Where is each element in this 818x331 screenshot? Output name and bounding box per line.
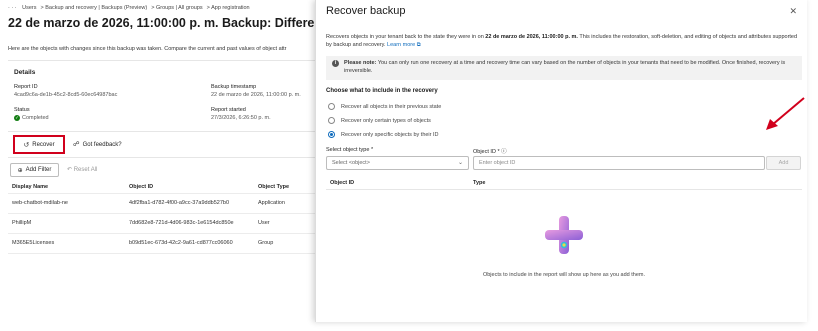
report-id-field: Report ID 4cad9c6a-de1b-45c2-8cd5-60ec64…: [14, 83, 117, 99]
cell-object-id: 4df2fba1-d782-4f00-a9cc-37a9ddb527b0: [129, 200, 229, 206]
backup-timestamp-label: Backup timestamp: [211, 84, 257, 90]
difference-report-page: · · · Users > Backup and recovery | Backu…: [0, 0, 330, 331]
objects-table: Display Name Object ID Object Type web-c…: [8, 180, 330, 254]
info-note: i Please note: You can only run one reco…: [326, 56, 802, 80]
cell-object-type: User: [258, 220, 270, 226]
backup-timestamp-value: 22 de marzo de 2026, 11:00:00 p. m.: [211, 92, 301, 98]
note-bold: Please note:: [344, 60, 377, 66]
empty-state-message: Objects to include in the report will sh…: [482, 272, 646, 278]
cell-object-id: b09d51ec-673d-42c2-9a61-cd877cc06060: [129, 240, 233, 246]
feedback-label: Got feedback?: [82, 142, 122, 148]
table-row[interactable]: web-chatbot-mdilab-ne 4df2fba1-d782-4f00…: [8, 194, 330, 214]
feedback-button[interactable]: ☍ Got feedback?: [73, 140, 122, 148]
radio-recover-types[interactable]: Recover only certain types of objects: [328, 117, 431, 124]
radio-button-selected[interactable]: [328, 131, 335, 138]
table-header: Display Name Object ID Object Type: [8, 180, 330, 194]
reset-all-button[interactable]: ↶ Reset All: [67, 166, 97, 173]
cell-object-type: Application: [258, 200, 285, 206]
page-intro: Here are the objects with changes since …: [8, 46, 287, 52]
object-type-value: Select <object>: [332, 160, 370, 166]
note-text: You can only run one recovery at a time …: [344, 60, 786, 74]
details-title: Details: [14, 69, 36, 76]
external-link-icon: ⧉: [415, 42, 421, 48]
cell-object-type: Group: [258, 240, 274, 246]
add-filter-button[interactable]: ⊕ Add Filter: [10, 163, 59, 177]
panel-title: Recover backup: [326, 5, 406, 17]
object-type-select[interactable]: Select <object> ⌄: [326, 156, 469, 170]
column-header-type: Type: [473, 180, 486, 186]
breadcrumb-backups[interactable]: Backup and recovery | Backups (Preview): [45, 5, 147, 11]
radio-recover-all[interactable]: Recover all objects in their previous st…: [328, 103, 441, 110]
radio-label: Recover all objects in their previous st…: [341, 103, 442, 110]
column-header-object-id: Object ID: [330, 180, 355, 186]
backup-timestamp-field: Backup timestamp 22 de marzo de 2026, 11…: [211, 83, 301, 99]
object-id-label: Object ID * ⓘ: [473, 149, 507, 155]
recover-button[interactable]: ↺ Recover: [13, 135, 65, 154]
status-label: Status: [14, 107, 30, 113]
recover-icon: ↺: [23, 141, 30, 149]
feedback-icon: ☍: [73, 141, 80, 148]
breadcrumb-users[interactable]: Users: [22, 5, 36, 11]
recover-backup-panel: Recover backup ✕ Recovers objects in you…: [315, 0, 807, 322]
column-header-object-id[interactable]: Object ID: [129, 184, 153, 190]
add-button[interactable]: Add: [766, 156, 801, 170]
close-icon[interactable]: ✕: [789, 6, 797, 17]
divider: [8, 157, 330, 158]
chevron-down-icon: ⌄: [457, 160, 463, 166]
object-id-input[interactable]: Enter object ID: [473, 156, 765, 170]
report-started-field: Report started 27/3/2026, 6:26:50 p. m.: [211, 106, 271, 122]
details-section: Details Report ID 4cad9c6a-de1b-45c2-8cd…: [8, 60, 330, 128]
radio-label: Recover only specific objects by their I…: [341, 131, 439, 138]
intro-text: Recovers objects in your tenant back to …: [326, 34, 486, 40]
add-filter-icon: ⊕: [17, 167, 23, 174]
cell-display-name: PhillipM: [12, 220, 32, 226]
breadcrumb: · · · Users > Backup and recovery | Backu…: [8, 5, 250, 11]
column-header-object-type[interactable]: Object Type: [258, 184, 289, 190]
cell-display-name: M365E5Licenses: [12, 240, 55, 246]
column-header-display-name[interactable]: Display Name: [12, 184, 48, 190]
empty-state-illustration: [545, 216, 583, 254]
report-id-label: Report ID: [14, 84, 38, 90]
breadcrumb-app-registration[interactable]: App registration: [211, 5, 250, 11]
objects-list-header: Object ID Type: [326, 177, 802, 190]
page-title: 22 de marzo de 2026, 11:00:00 p. m. Back…: [8, 16, 330, 30]
section-title: Choose what to include in the recovery: [326, 88, 438, 94]
status-badge: Completed: [22, 115, 49, 121]
red-arrow-annotation: [766, 97, 805, 130]
radio-button[interactable]: [328, 103, 335, 110]
radio-label: Recover only certain types of objects: [341, 117, 431, 124]
table-row[interactable]: M365E5Licenses b09d51ec-673d-42c2-9a61-c…: [8, 234, 330, 254]
report-started-label: Report started: [211, 107, 246, 113]
add-filter-label: Add Filter: [25, 167, 52, 173]
radio-button[interactable]: [328, 117, 335, 124]
radio-recover-specific[interactable]: Recover only specific objects by their I…: [328, 131, 439, 138]
object-type-label: Select object type *: [326, 147, 374, 153]
cell-display-name: web-chatbot-mdilab-ne: [12, 200, 68, 206]
cell-object-id: 7dd682e8-721d-4d06-983c-1e6154dc850e: [129, 220, 234, 226]
report-started-value: 27/3/2026, 6:26:50 p. m.: [211, 115, 271, 121]
intro-date: 22 de marzo de 2026, 11:00:00 p. m.: [485, 34, 578, 40]
reset-icon: ↶: [67, 167, 74, 173]
report-id-value: 4cad9c6a-de1b-45c2-8cd5-60ec64987bac: [14, 92, 118, 98]
recover-label: Recover: [32, 141, 55, 148]
learn-more-link[interactable]: Learn more: [387, 42, 415, 48]
divider: [8, 131, 330, 132]
panel-intro: Recovers objects in your tenant back to …: [326, 33, 801, 49]
check-icon: ✓: [14, 114, 20, 121]
info-icon: i: [332, 60, 339, 67]
reset-all-label: Reset All: [73, 167, 98, 173]
table-row[interactable]: PhillipM 7dd682e8-721d-4d06-983c-1e6154d…: [8, 214, 330, 234]
breadcrumb-groups[interactable]: Groups | All groups: [156, 5, 203, 11]
status-field: Status ✓ Completed: [14, 106, 49, 122]
breadcrumb-more[interactable]: · · ·: [8, 5, 17, 11]
